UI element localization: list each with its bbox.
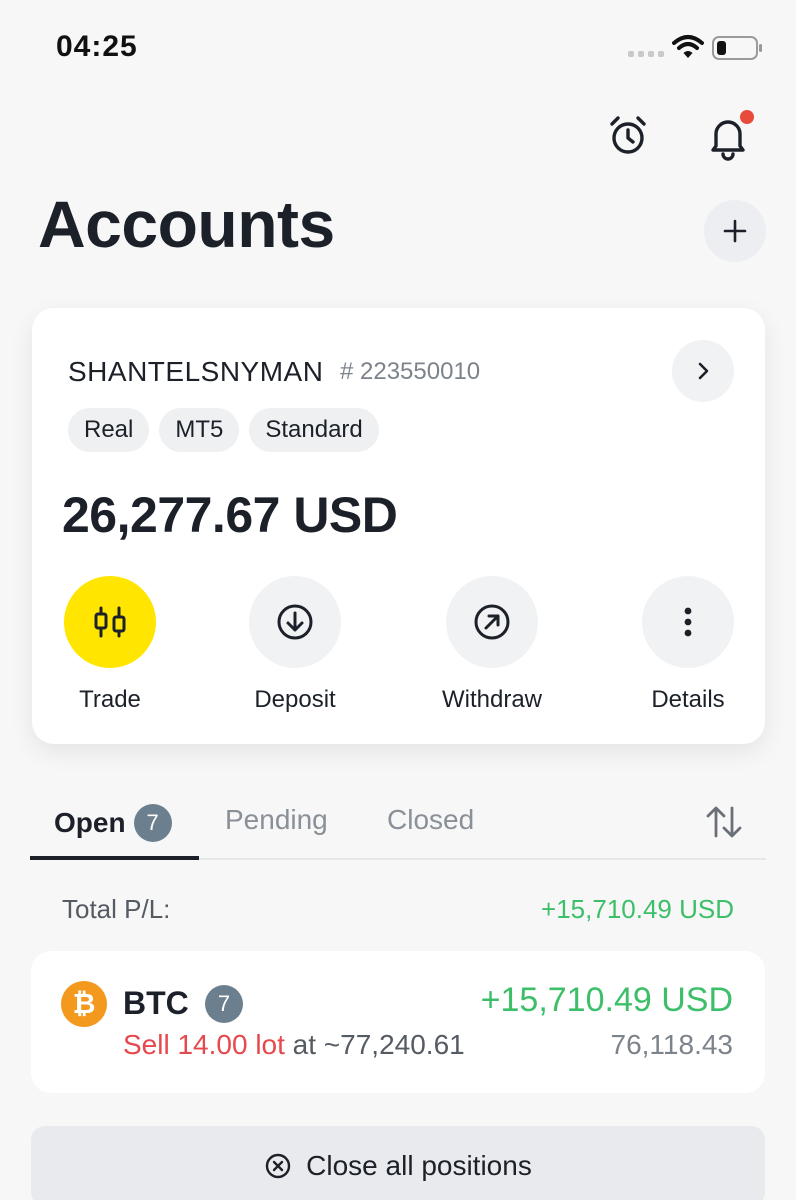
deposit-circle[interactable] [249,576,341,668]
account-actions: Trade Deposit Withdraw Details [32,576,765,716]
add-account-button[interactable] [704,200,766,262]
cellular-signal-icon [628,51,664,57]
tag-platform: MT5 [159,408,240,452]
tab-pending-label: Pending [225,804,328,835]
withdraw-label: Withdraw [441,686,543,713]
close-all-positions-button[interactable]: Close all positions [31,1126,765,1200]
positions-tabs: Open 7 Pending Closed [30,796,766,860]
tab-closed[interactable]: Closed [387,804,474,836]
account-open-button[interactable] [672,340,734,402]
notification-badge [740,110,754,124]
withdraw-button[interactable]: Withdraw [402,576,582,714]
plus-icon [723,219,747,243]
position-card-btc[interactable]: ₿ BTC 7 +15,710.49 USD Sell 14.00 lot at… [31,951,765,1093]
account-card: SHANTELSNYMAN # 223550010 Real MT5 Stand… [32,308,765,744]
trade-circle[interactable] [64,576,156,668]
position-open-price: at ~77,240.61 [284,1029,465,1060]
bitcoin-icon: ₿ [61,981,107,1027]
sort-icon[interactable] [704,802,744,842]
trade-button[interactable]: Trade [20,576,200,714]
account-name: SHANTELSNYMAN [68,356,324,387]
total-pl-value: +15,710.49 USD [541,894,734,924]
close-all-label: Close all positions [306,1150,532,1181]
status-time: 04:25 [56,30,138,63]
tag-real: Real [68,408,150,452]
details-circle[interactable] [642,576,734,668]
deposit-label: Deposit [254,686,336,713]
position-count-badge: 7 [205,985,243,1023]
active-tab-indicator [30,856,199,860]
withdraw-circle[interactable] [446,576,538,668]
position-current-price: 76,118.43 [610,1029,734,1060]
more-vertical-icon [684,607,692,637]
position-order-info: Sell 14.00 lot at ~77,240.61 [123,1029,465,1061]
deposit-button[interactable]: Deposit [205,576,385,714]
candlestick-icon [94,606,126,638]
details-button[interactable]: Details [598,576,778,714]
status-bar: 04:25 [0,0,796,90]
details-label: Details [651,686,725,713]
battery-icon [712,36,762,60]
close-circle-icon [265,1153,291,1179]
chevron-right-icon [698,362,709,380]
arrow-down-circle-icon [277,604,313,640]
position-pl: +15,710.49 USD [480,981,733,1019]
page-title: Accounts [38,187,335,261]
tab-pending[interactable]: Pending [225,804,328,836]
total-pl-label: Total P/L: [62,894,171,924]
tab-open[interactable]: Open 7 [54,804,172,842]
trade-label: Trade [79,686,141,713]
account-tags: Real MT5 Standard [68,408,379,452]
notifications-button[interactable] [702,110,754,162]
account-balance: 26,277.67 USD [62,487,398,543]
open-count-badge: 7 [133,804,172,842]
arrow-up-right-circle-icon [474,604,510,640]
tab-closed-label: Closed [387,804,475,835]
position-side-lot: Sell 14.00 lot [123,1029,285,1060]
account-number: # 223550010 [340,358,481,385]
tab-open-label: Open [54,807,126,838]
tag-account-type: Standard [249,408,379,452]
wifi-icon [672,35,704,58]
alarm-clock-icon[interactable] [604,112,652,160]
position-symbol: BTC [123,985,189,1021]
